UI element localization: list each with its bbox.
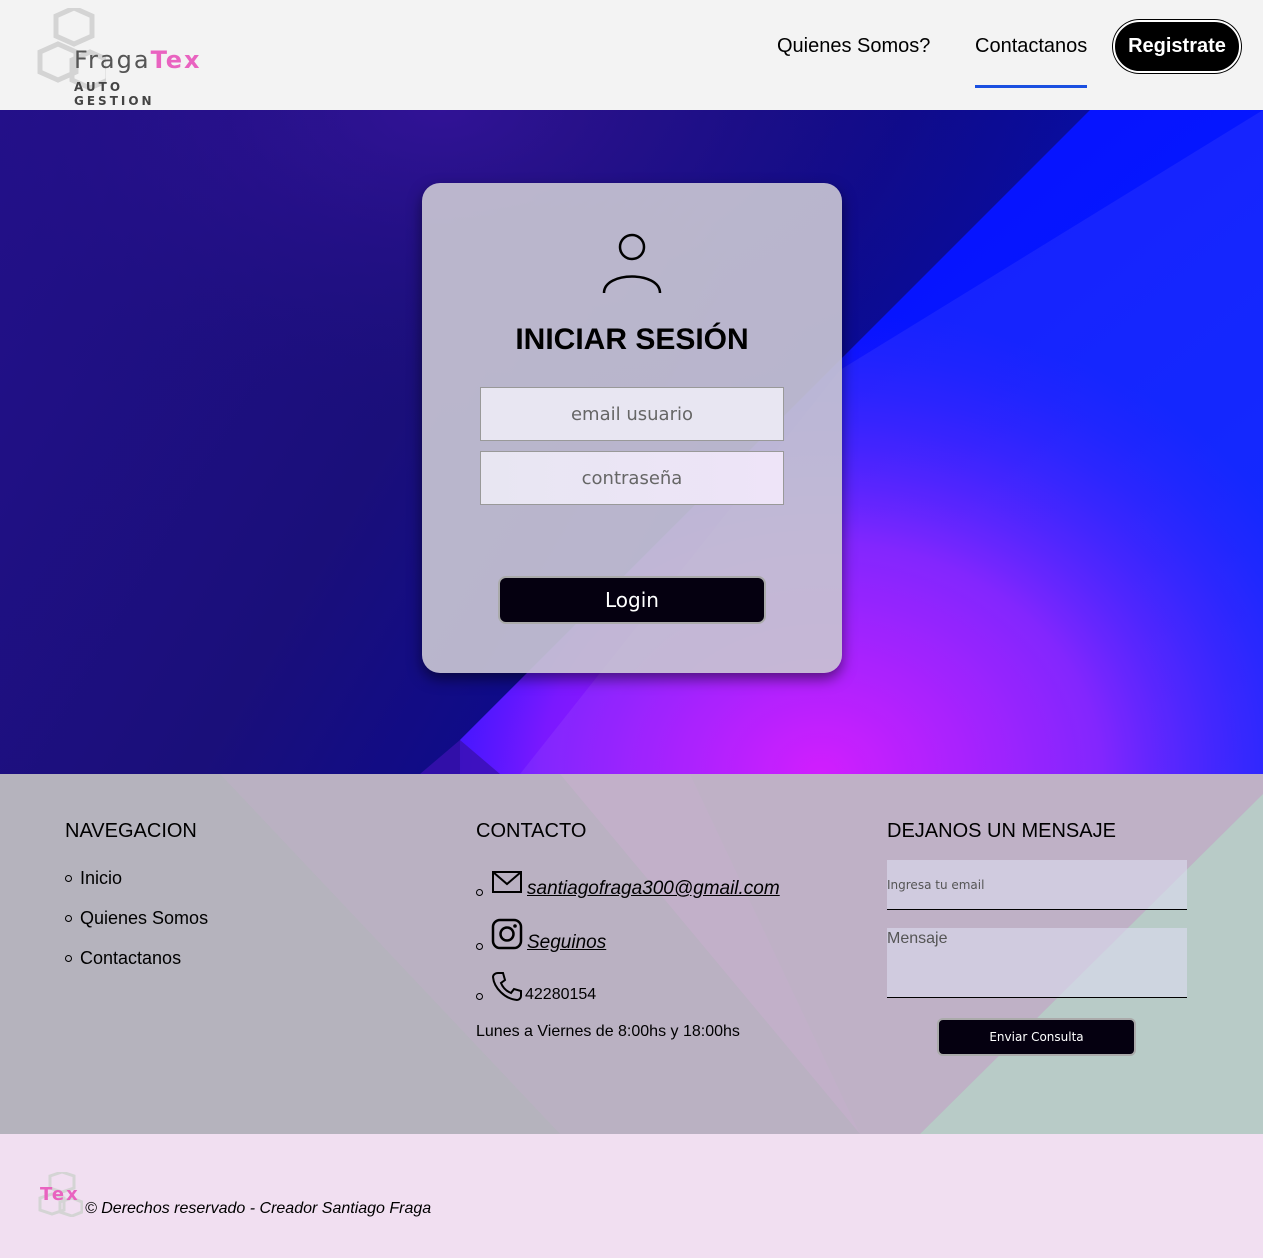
- business-hours: Lunes a Viernes de 8:00hs y 18:00hs: [476, 1023, 740, 1040]
- bullet-icon: [65, 954, 72, 962]
- message-heading: DEJANOS UN MENSAJE: [887, 820, 1116, 842]
- footer-nav-item[interactable]: Quienes Somos: [65, 898, 208, 938]
- bullet-icon: [65, 914, 72, 922]
- nav-heading: NAVEGACION: [65, 820, 197, 842]
- bullet-icon: [476, 889, 483, 896]
- hero-section: INICIAR SESIÓN Login: [0, 110, 1263, 774]
- phone-number: 42280154: [525, 986, 597, 1003]
- footer-nav-item[interactable]: Inicio: [65, 858, 208, 898]
- copyright-text: © Derechos reservado - Creador Santiago …: [85, 1200, 432, 1217]
- send-message-button[interactable]: Enviar Consulta: [937, 1018, 1136, 1056]
- logo-subtitle: AUTO GESTION: [74, 80, 155, 108]
- bullet-icon: [65, 874, 72, 882]
- bottom-bar: Tex © Derechos reservado - Creador Santi…: [0, 1134, 1263, 1258]
- contact-heading: CONTACTO: [476, 820, 587, 842]
- bullet-icon: [476, 943, 483, 950]
- contact-phone-row: 42280154: [476, 970, 596, 1004]
- nav-quienes-somos[interactable]: Quienes Somos?: [777, 35, 930, 58]
- mini-logo-text: Tex: [40, 1184, 80, 1205]
- site-header: FragaTex AUTO GESTION Quienes Somos? Con…: [0, 0, 1263, 110]
- footer-nav-item[interactable]: Contactanos: [65, 938, 208, 978]
- bullet-icon: [476, 993, 483, 1000]
- login-button[interactable]: Login: [498, 576, 766, 624]
- footer-nav-list: Inicio Quienes Somos Contactanos: [65, 858, 208, 978]
- instagram-link[interactable]: Seguinos: [527, 932, 606, 954]
- instagram-icon[interactable]: [491, 918, 523, 950]
- email-input[interactable]: [480, 387, 784, 441]
- site-footer: NAVEGACION Inicio Quienes Somos Contacta…: [0, 774, 1263, 1134]
- footer-email-input[interactable]: [887, 860, 1187, 910]
- phone-icon: [491, 972, 522, 1002]
- login-card: INICIAR SESIÓN Login: [422, 183, 842, 673]
- password-input[interactable]: [480, 451, 784, 505]
- mail-icon: [492, 871, 522, 893]
- logo-wordmark: FragaTex: [74, 46, 202, 74]
- message-textarea[interactable]: [887, 928, 1187, 998]
- fragatex-logo[interactable]: FragaTex AUTO GESTION: [36, 8, 206, 108]
- contact-instagram-row: Seguinos: [476, 918, 606, 954]
- contact-email-link[interactable]: santiagofraga300@gmail.com: [527, 878, 780, 900]
- login-title: INICIAR SESIÓN: [515, 323, 749, 356]
- nav-contactanos[interactable]: Contactanos: [975, 35, 1088, 88]
- contact-email-row: santiagofraga300@gmail.com: [476, 870, 780, 900]
- user-icon: [602, 233, 662, 294]
- register-button[interactable]: Registrate: [1113, 20, 1241, 73]
